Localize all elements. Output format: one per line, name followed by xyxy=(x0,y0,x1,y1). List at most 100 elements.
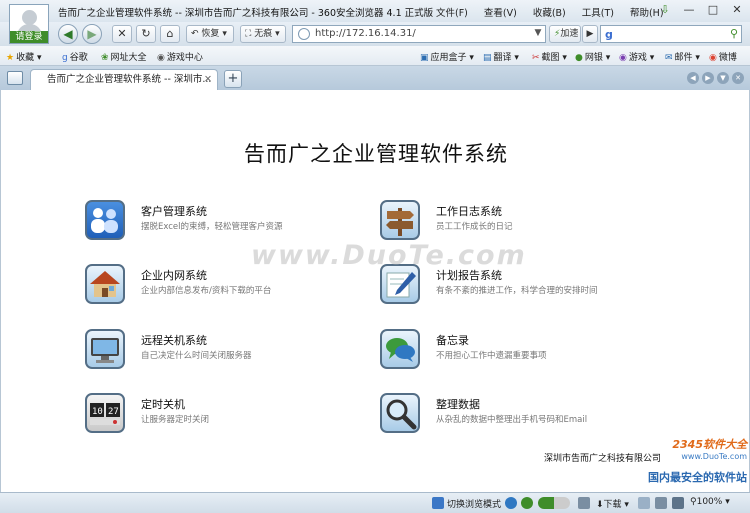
fav-label: 截图 xyxy=(541,53,560,63)
fav-google[interactable]: g 谷歌 xyxy=(62,50,88,63)
magnifier-icon xyxy=(380,393,420,433)
maximize-button[interactable]: □ xyxy=(706,3,720,16)
fav-mail[interactable]: ✉ 邮件 ▾ xyxy=(665,50,700,63)
window-title: 告而广之企业管理软件系统 -- 深圳市告而广之科技有限公司 - 360安全浏览器… xyxy=(58,8,434,19)
search-icon[interactable]: ⚲ xyxy=(730,27,738,40)
module-data-cleanup[interactable]: 整理数据 从杂乱的数据中整理出手机号码和Email xyxy=(380,391,620,437)
fav-label: 谷歌 xyxy=(69,53,88,63)
tab-menu-icon[interactable]: ▼ xyxy=(717,72,729,84)
address-text: http://172.16.14.31/ xyxy=(315,28,416,39)
search-box[interactable]: g ⚲ xyxy=(600,25,742,43)
tab-active[interactable]: 告而广之企业管理软件系统 -- 深圳市... ✕ xyxy=(30,69,218,90)
fav-collect[interactable]: ★ 收藏 ▾ xyxy=(6,50,41,63)
menu-tools[interactable]: 工具(T) xyxy=(582,5,614,19)
accelerate-button[interactable]: ⚡加速 xyxy=(549,25,581,43)
fav-translate[interactable]: ▤ 翻译 ▾ xyxy=(483,50,519,63)
house-icon xyxy=(85,264,125,304)
watermark-text: www.DuoTe.com xyxy=(251,240,527,271)
undo-icon: ↶ xyxy=(191,29,199,39)
signpost-icon xyxy=(380,200,420,240)
fav-game-center[interactable]: ◉ 游戏中心 xyxy=(157,50,203,63)
accelerate-label: 加速 xyxy=(560,29,579,39)
chevron-down-icon: ▾ xyxy=(222,29,227,39)
monitor-icon xyxy=(85,329,125,369)
favorites-bar: ★ 收藏 ▾ g 谷歌 ❀ 网址大全 ◉ 游戏中心 ▣ 应用盒子 ▾ ▤ 翻译 ▾ ✂ 截图 … xyxy=(0,46,750,66)
search-engine-icon[interactable]: g xyxy=(605,28,613,41)
menu-file[interactable]: 文件(F) xyxy=(436,5,468,19)
fav-screenshot[interactable]: ✂ 截图 ▾ xyxy=(532,50,567,63)
module-customer-management[interactable]: 客户管理系统 摆脱Excel的束缚，轻松管理客户资源 xyxy=(85,198,325,244)
fav-label: 收藏 xyxy=(16,53,35,63)
zoom-value: 100% xyxy=(696,497,723,507)
module-remote-shutdown[interactable]: 远程关机系统 自己决定什么时间关闭服务器 xyxy=(85,327,325,373)
scissors-icon: ✂ xyxy=(532,53,540,63)
clock-icon: 10 27 xyxy=(85,393,125,433)
fav-label: 应用盒子 xyxy=(430,53,467,63)
module-name: 工作日志系统 xyxy=(436,205,502,218)
tab-label: 告而广之企业管理软件系统 -- 深圳市... xyxy=(47,74,212,85)
menu-favorites[interactable]: 收藏(B) xyxy=(533,5,566,19)
fav-games[interactable]: ◉ 游戏 ▾ xyxy=(619,50,654,63)
download-button[interactable]: ⬇下载 ▾ xyxy=(596,497,629,510)
module-name: 企业内网系统 xyxy=(141,269,207,282)
module-desc: 摆脱Excel的束缚，轻松管理客户资源 xyxy=(141,222,283,232)
fav-netbank[interactable]: ● 网银 ▾ xyxy=(575,50,610,63)
address-bar[interactable]: http://172.16.14.31/ xyxy=(292,25,546,43)
user-avatar[interactable]: 请登录 xyxy=(9,4,49,44)
fav-app-box[interactable]: ▣ 应用盒子 ▾ xyxy=(420,50,474,63)
close-button[interactable]: ✕ xyxy=(730,3,744,16)
ie-icon[interactable] xyxy=(505,497,517,509)
module-name: 客户管理系统 xyxy=(141,205,207,218)
fav-site-directory[interactable]: ❀ 网址大全 xyxy=(101,50,147,63)
tab-scroll-left-icon[interactable]: ◀ xyxy=(687,72,699,84)
leaf-icon: ❀ xyxy=(101,53,109,63)
search-input[interactable] xyxy=(623,27,719,41)
module-desc: 自己决定什么时间关闭服务器 xyxy=(141,351,252,361)
tab-controls: ◀ ▶ ▼ ✕ xyxy=(687,72,744,84)
mute-icon[interactable] xyxy=(655,497,667,509)
chat-bubble-icon xyxy=(380,329,420,369)
globe-icon xyxy=(298,28,310,40)
login-button[interactable]: 请登录 xyxy=(10,31,48,43)
refresh-button[interactable]: ↻ xyxy=(136,25,156,43)
back-button[interactable]: ◀ xyxy=(58,24,78,44)
close-tab-icon[interactable]: ✕ xyxy=(204,70,212,90)
forward-button[interactable]: ▶ xyxy=(82,24,102,44)
gamepad-icon: ◉ xyxy=(619,53,627,63)
svg-text:27: 27 xyxy=(108,407,119,417)
tab-scroll-right-icon[interactable]: ▶ xyxy=(702,72,714,84)
stop-button[interactable]: ✕ xyxy=(112,25,132,43)
new-tab-button[interactable]: + xyxy=(224,70,242,88)
restore-button[interactable]: ↶ 恢复 ▾ xyxy=(186,25,234,43)
go-button[interactable]: ▶ xyxy=(582,25,598,43)
fav-label: 网银 xyxy=(584,53,603,63)
module-name: 备忘录 xyxy=(436,334,469,347)
site-logo: 2345软件大全 www.DuoTe.com 国内最安全的软件站 xyxy=(617,436,747,485)
bank-icon: ● xyxy=(575,53,583,63)
download-label: 下载 xyxy=(603,500,622,510)
cloud-icon[interactable] xyxy=(638,497,650,509)
minimize-button[interactable]: — xyxy=(682,3,696,16)
traceless-button[interactable]: ⛶ 无痕 ▾ xyxy=(240,25,286,43)
zoom-level[interactable]: ⚲100% ▾ xyxy=(690,497,730,507)
volume-icon[interactable] xyxy=(672,497,684,509)
menu-view[interactable]: 查看(V) xyxy=(484,5,517,19)
tab-list-icon[interactable] xyxy=(7,71,23,85)
weibo-icon: ◉ xyxy=(709,53,717,63)
grid-icon[interactable] xyxy=(578,497,590,509)
module-work-log[interactable]: 工作日志系统 员工工作成长的日记 xyxy=(380,198,620,244)
tab-close-all-icon[interactable]: ✕ xyxy=(732,72,744,84)
module-timed-shutdown[interactable]: 10 27 定时关机 让服务器定时关闭 xyxy=(85,391,325,437)
translate-icon: ▤ xyxy=(483,53,492,63)
browse-mode-icon xyxy=(432,497,444,509)
svg-text:10: 10 xyxy=(92,407,103,417)
skin-icon[interactable]: ⇩ xyxy=(658,3,672,16)
toggle-icon[interactable] xyxy=(538,497,570,509)
switch-mode-button[interactable]: 切换浏览模式 xyxy=(447,497,501,510)
home-button[interactable]: ⌂ xyxy=(160,25,180,43)
window-controls: ⇩ — □ ✕ xyxy=(658,3,744,16)
module-memo[interactable]: 备忘录 不用担心工作中遗漏重要事项 xyxy=(380,327,620,373)
fav-weibo[interactable]: ◉ 微博 xyxy=(709,50,737,63)
security-icon[interactable] xyxy=(521,497,533,509)
address-dropdown-icon[interactable]: ▼ xyxy=(530,25,546,43)
